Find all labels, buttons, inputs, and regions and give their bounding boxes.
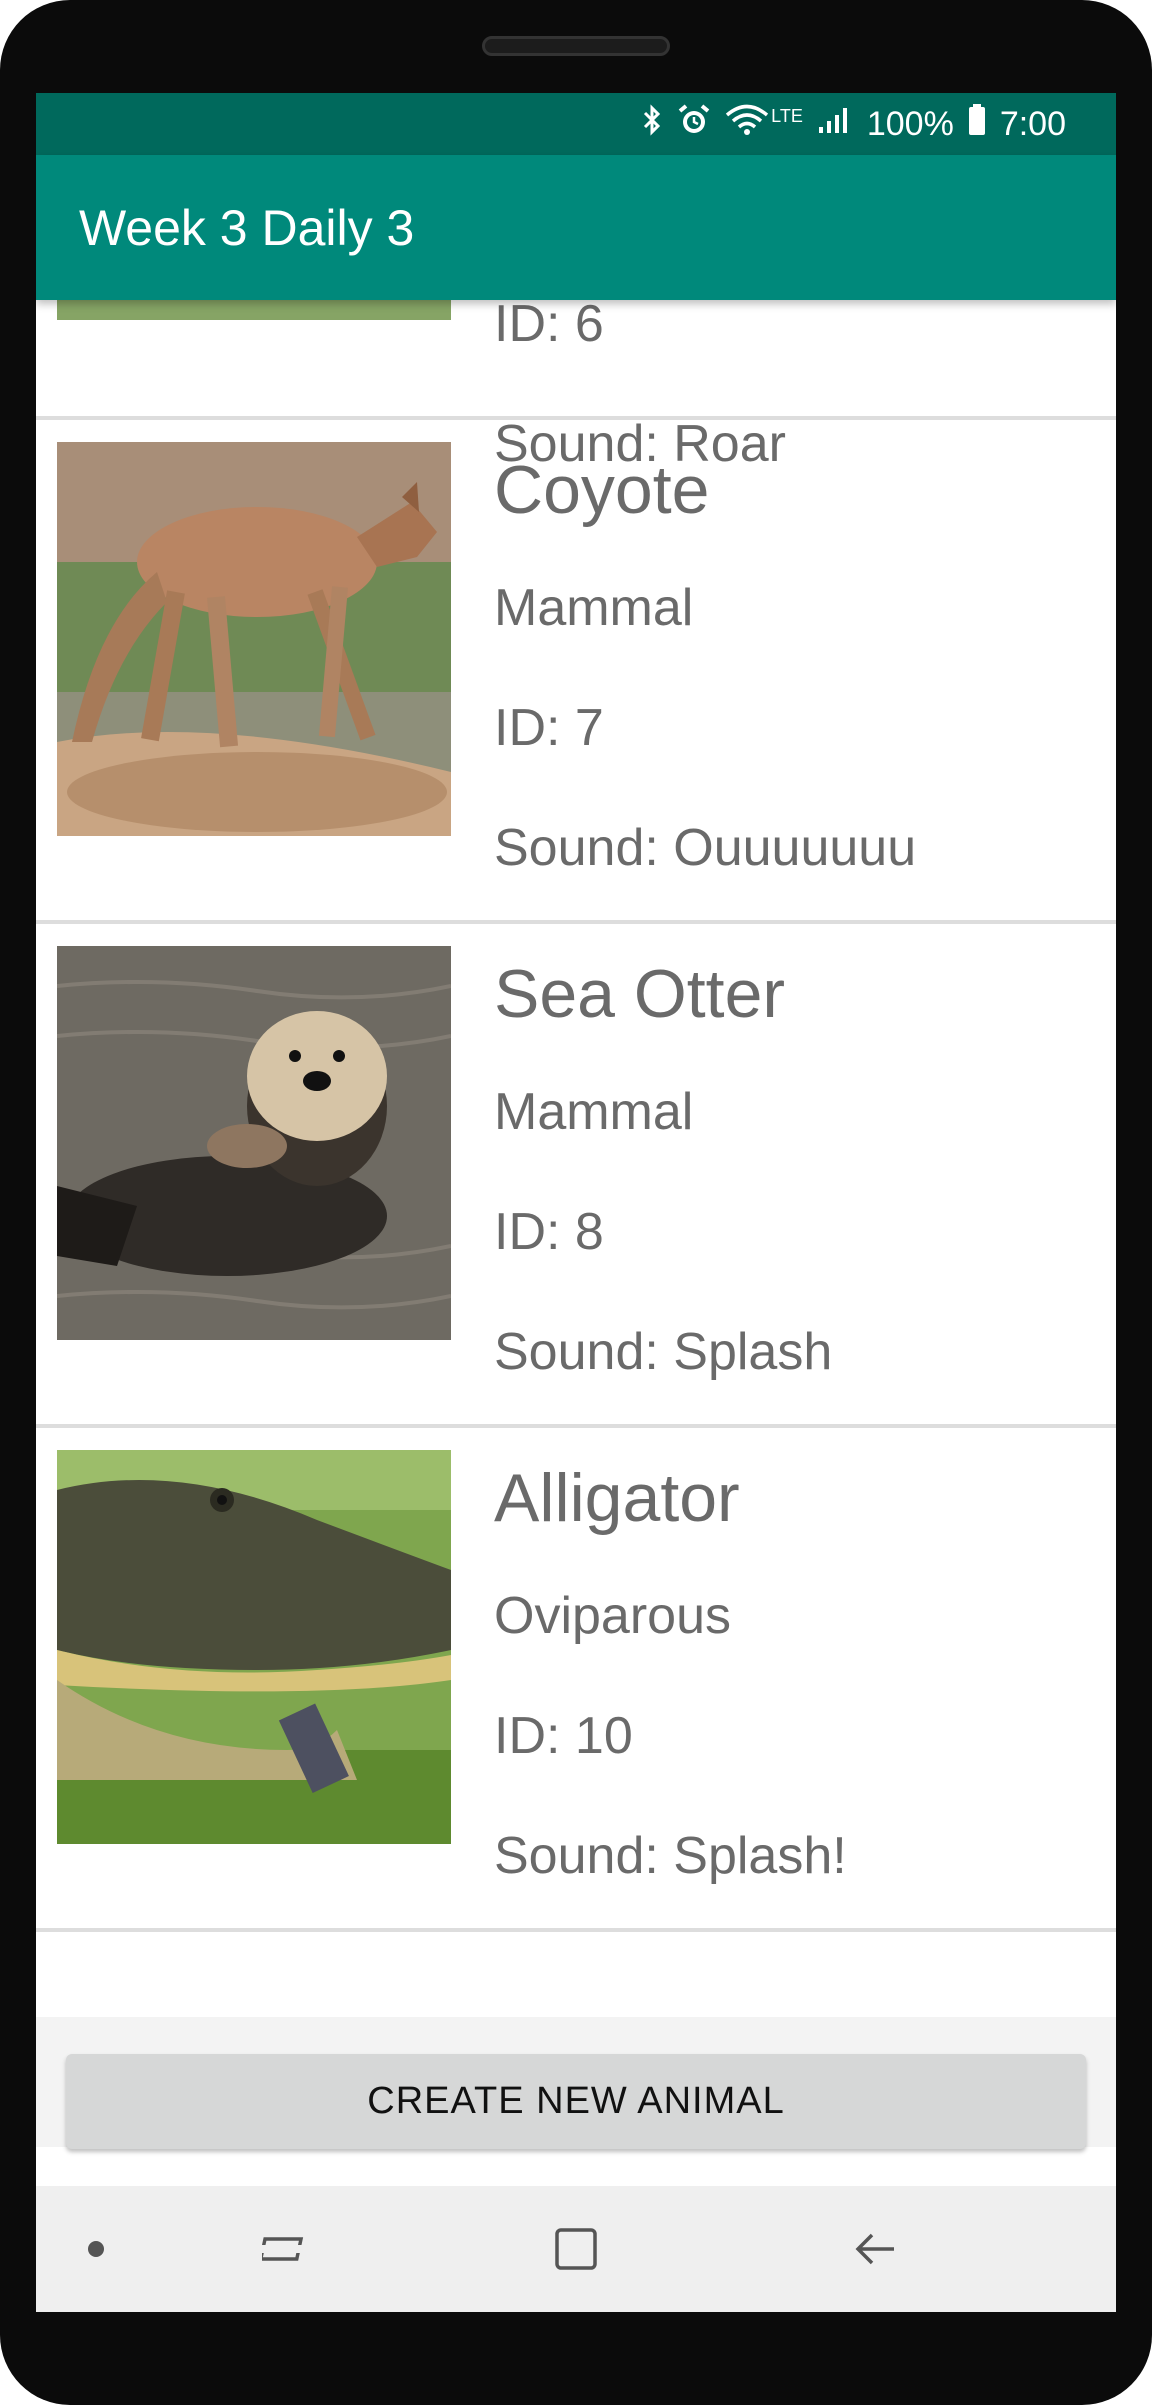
back-icon[interactable] xyxy=(826,2186,926,2312)
alarm-icon xyxy=(677,103,711,146)
animal-info: Sea Otter Mammal ID: 8 Sound: Splash xyxy=(494,954,832,1442)
status-icons: LTE 100% 7:00 xyxy=(641,93,1066,155)
animal-id: ID: 6 xyxy=(494,300,604,353)
home-icon[interactable] xyxy=(526,2186,626,2312)
battery-icon xyxy=(968,103,986,145)
animal-sound: Sound: Splash xyxy=(494,1323,833,1381)
list-item[interactable]: Alligator Oviparous ID: 10 Sound: Splash… xyxy=(36,1428,1116,1932)
animal-image xyxy=(57,1450,451,1844)
network-type-label: LTE xyxy=(771,105,803,126)
action-area: CREATE NEW ANIMAL xyxy=(36,2017,1116,2149)
animal-sound: Sound: Splash! xyxy=(494,1827,847,1885)
system-nav-bar xyxy=(36,2186,1116,2312)
animal-id: ID: 8 xyxy=(494,1203,604,1261)
animal-image xyxy=(57,300,451,320)
signal-icon xyxy=(817,105,853,144)
bluetooth-icon xyxy=(641,103,663,145)
battery-percent: 100% xyxy=(866,104,954,143)
animal-sound: Sound: Ouuuuuuu xyxy=(494,819,917,877)
wifi-icon xyxy=(725,104,769,145)
app-title: Week 3 Daily 3 xyxy=(79,200,415,256)
recent-apps-icon[interactable] xyxy=(236,2186,336,2312)
animal-info: Alligator Oviparous ID: 10 Sound: Splash… xyxy=(494,1458,847,1946)
animal-type: Mammal xyxy=(494,579,694,637)
app-bar: Week 3 Daily 3 xyxy=(36,155,1116,300)
animal-image xyxy=(57,442,451,836)
animal-name: Coyote xyxy=(494,452,710,528)
animal-name: Alligator xyxy=(494,1460,740,1536)
status-bar: LTE 100% 7:00 xyxy=(36,93,1116,155)
speaker-grille xyxy=(482,36,670,56)
animal-type: Oviparous xyxy=(494,1587,731,1645)
screen: LTE 100% 7:00 Week 3 Daily 3 ID: 6 Sound… xyxy=(36,93,1116,2312)
animal-id: ID: 7 xyxy=(494,699,604,757)
list-item[interactable]: Coyote Mammal ID: 7 Sound: Ouuuuuuu xyxy=(36,420,1116,924)
create-new-animal-button[interactable]: CREATE NEW ANIMAL xyxy=(66,2054,1086,2149)
list-item[interactable]: Sea Otter Mammal ID: 8 Sound: Splash xyxy=(36,924,1116,1428)
phone-frame: LTE 100% 7:00 Week 3 Daily 3 ID: 6 Sound… xyxy=(0,0,1152,2405)
dot-icon[interactable] xyxy=(66,2186,126,2312)
clock: 7:00 xyxy=(999,104,1066,143)
animal-type: Mammal xyxy=(494,1083,694,1141)
animal-name: Sea Otter xyxy=(494,956,786,1032)
animal-image xyxy=(57,946,451,1340)
animal-info: Coyote Mammal ID: 7 Sound: Ouuuuuuu xyxy=(494,450,916,938)
list-item[interactable]: ID: 6 Sound: Roar xyxy=(36,300,1116,473)
animal-id: ID: 10 xyxy=(494,1707,633,1765)
animal-list[interactable]: ID: 6 Sound: Roar Coyote Mammal ID: 7 So… xyxy=(36,300,1116,2017)
